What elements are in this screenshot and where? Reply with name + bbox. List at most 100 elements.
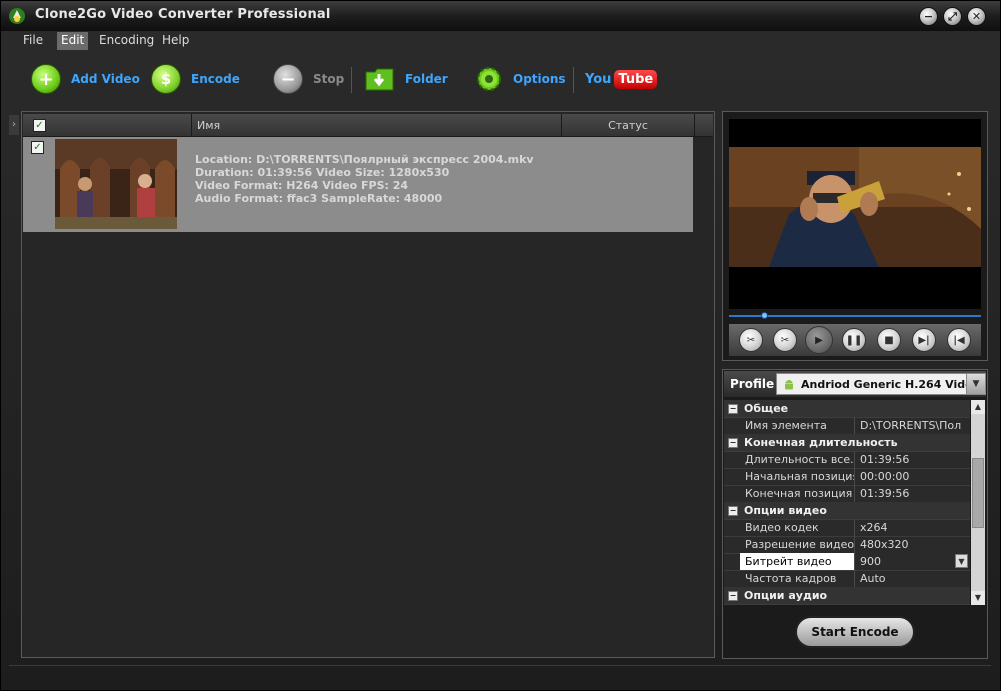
prop-row[interactable]: Видео кодек x264 — [724, 519, 970, 537]
prop-row[interactable]: Частота кадров Auto — [724, 570, 970, 588]
file-row[interactable]: ✓ Location: D:\TORRENTS\Поялрный экспрес… — [23, 137, 693, 232]
prop-row[interactable]: Разрешение видео 480x320 — [724, 536, 970, 554]
scissors-start-icon: ✂ — [746, 334, 756, 346]
section-duration[interactable]: − Конечная длительность — [724, 434, 970, 452]
youtube-you-text: You — [585, 71, 612, 87]
video-thumbnail — [55, 139, 177, 229]
prop-value[interactable]: x264 — [856, 519, 970, 536]
file-list-panel: ✓ Имя Статус ✓ Location: D:\TORRENTS\Поя… — [21, 111, 715, 658]
next-frame-button[interactable]: ▶| — [912, 328, 936, 352]
prop-name: Видео кодек — [740, 519, 855, 536]
cut-end-button[interactable]: ✂ — [773, 328, 797, 352]
prop-row[interactable]: Начальная позиция 00:00:00 — [724, 468, 970, 486]
youtube-tube-text: Tube — [614, 69, 658, 89]
prop-value[interactable]: Auto — [856, 570, 970, 587]
pause-button[interactable]: ❚❚ — [842, 328, 866, 352]
video-preview — [729, 119, 981, 309]
pause-icon: ❚❚ — [845, 334, 863, 346]
header-check-column: ✓ — [23, 114, 192, 136]
file-row-checkbox[interactable]: ✓ — [31, 141, 44, 154]
section-title: Опции аудио — [744, 589, 828, 602]
prop-name: Имя элемента — [740, 417, 855, 434]
section-video-options[interactable]: − Опции видео — [724, 502, 970, 520]
player-controls: ✂ ✂ ▶ ❚❚ ■ ▶| |◀ — [729, 324, 981, 356]
prev-frame-icon: |◀ — [953, 334, 965, 346]
prop-value[interactable]: 01:39:56 — [856, 485, 970, 502]
menu-help[interactable]: Help — [158, 32, 193, 50]
collapse-icon[interactable]: − — [728, 404, 738, 414]
prev-frame-button[interactable]: |◀ — [947, 328, 971, 352]
prop-value[interactable]: 01:39:56 — [856, 451, 970, 468]
add-video-button[interactable]: + Add Video — [31, 61, 140, 97]
menu-encoding[interactable]: Encoding — [95, 32, 158, 50]
folder-icon — [365, 68, 394, 91]
profile-selected-value: Andriod Generic H.264 Video — [801, 378, 981, 391]
prop-row-selected[interactable]: Битрейт видео 900 ▼ — [724, 553, 970, 571]
prop-name: Частота кадров — [740, 570, 855, 587]
scroll-down-icon[interactable]: ▼ — [971, 591, 985, 605]
profile-label: Profile — [730, 377, 775, 391]
folder-label: Folder — [405, 72, 448, 86]
collapse-icon[interactable]: − — [728, 591, 738, 601]
prop-value[interactable]: 00:00:00 — [856, 468, 970, 485]
prop-row[interactable]: Конечная позиция 01:39:56 — [724, 485, 970, 503]
bitrate-value-field[interactable]: 900 ▼ — [856, 553, 970, 570]
file-info: Location: D:\TORRENTS\Поялрный экспресс … — [195, 153, 534, 205]
seek-handle[interactable] — [760, 312, 768, 319]
minus-icon: − — [273, 64, 303, 94]
collapse-icon[interactable]: − — [728, 438, 738, 448]
file-duration-size: Duration: 01:39:56 Video Size: 1280x530 — [195, 166, 450, 179]
title-bar[interactable]: Clone2Go Video Converter Professional − … — [1, 1, 1000, 31]
options-button[interactable]: Options — [475, 61, 566, 97]
profile-panel: Profile Andriod Generic H.264 Video ▼ − … — [722, 369, 988, 659]
maximize-button[interactable]: ⤢ — [943, 7, 962, 26]
menu-file[interactable]: File — [19, 32, 47, 50]
prop-name: Битрейт видео — [740, 553, 855, 570]
encode-button[interactable]: $ Encode — [151, 61, 240, 97]
play-icon: ▶ — [815, 334, 823, 346]
folder-button[interactable]: Folder — [365, 61, 448, 97]
preview-panel: ✂ ✂ ▶ ❚❚ ■ ▶| |◀ — [722, 111, 988, 361]
youtube-button[interactable]: You Tube — [585, 61, 658, 97]
prop-row[interactable]: Длительность все... 01:39:56 — [724, 451, 970, 469]
prop-name: Разрешение видео — [740, 536, 855, 553]
expand-panel-arrow[interactable]: › — [9, 115, 19, 135]
prop-value[interactable]: D:\TORRENTS\Пол — [856, 417, 970, 434]
add-video-label: Add Video — [71, 72, 140, 86]
play-button[interactable]: ▶ — [805, 326, 833, 354]
plus-icon: + — [31, 64, 61, 94]
prop-row[interactable]: Имя элемента D:\TORRENTS\Пол — [724, 417, 970, 435]
file-location: Location: D:\TORRENTS\Поялрный экспресс … — [195, 153, 534, 166]
scrollbar-thumb[interactable] — [972, 458, 984, 528]
stop-playback-button[interactable]: ■ — [877, 328, 901, 352]
encode-icon: $ — [151, 64, 181, 94]
file-list-header: ✓ Имя Статус — [23, 114, 713, 137]
property-scrollbar[interactable]: ▲ ▼ — [971, 400, 985, 605]
chevron-down-icon[interactable]: ▼ — [966, 374, 985, 394]
stop-icon: ■ — [884, 334, 894, 346]
window-title: Clone2Go Video Converter Professional — [35, 7, 331, 22]
section-general[interactable]: − Общее — [724, 400, 970, 418]
close-button[interactable]: ✕ — [967, 7, 986, 26]
section-audio-options[interactable]: − Опции аудио — [724, 587, 970, 605]
toolbar: + Add Video $ Encode − Stop Folder Optio — [1, 53, 1000, 105]
section-title: Конечная длительность — [744, 436, 898, 449]
android-icon — [785, 380, 793, 390]
select-all-checkbox[interactable]: ✓ — [33, 119, 46, 132]
scroll-up-icon[interactable]: ▲ — [971, 400, 985, 414]
start-encode-button[interactable]: Start Encode — [795, 616, 915, 648]
cut-start-button[interactable]: ✂ — [739, 328, 763, 352]
prop-value[interactable]: 480x320 — [856, 536, 970, 553]
column-name-header[interactable]: Имя — [197, 119, 220, 132]
profile-select[interactable]: Andriod Generic H.264 Video ▼ — [776, 373, 986, 395]
column-status-header[interactable]: Статус — [561, 114, 695, 136]
app-window: Clone2Go Video Converter Professional − … — [0, 0, 1001, 691]
stop-button[interactable]: − Stop — [273, 61, 344, 97]
chevron-down-icon[interactable]: ▼ — [955, 554, 968, 568]
prop-name: Начальная позиция — [740, 468, 855, 485]
stop-label: Stop — [313, 72, 345, 86]
section-title: Опции видео — [744, 504, 827, 517]
minimize-button[interactable]: − — [919, 7, 938, 26]
collapse-icon[interactable]: − — [728, 506, 738, 516]
menu-edit[interactable]: Edit — [57, 32, 89, 50]
